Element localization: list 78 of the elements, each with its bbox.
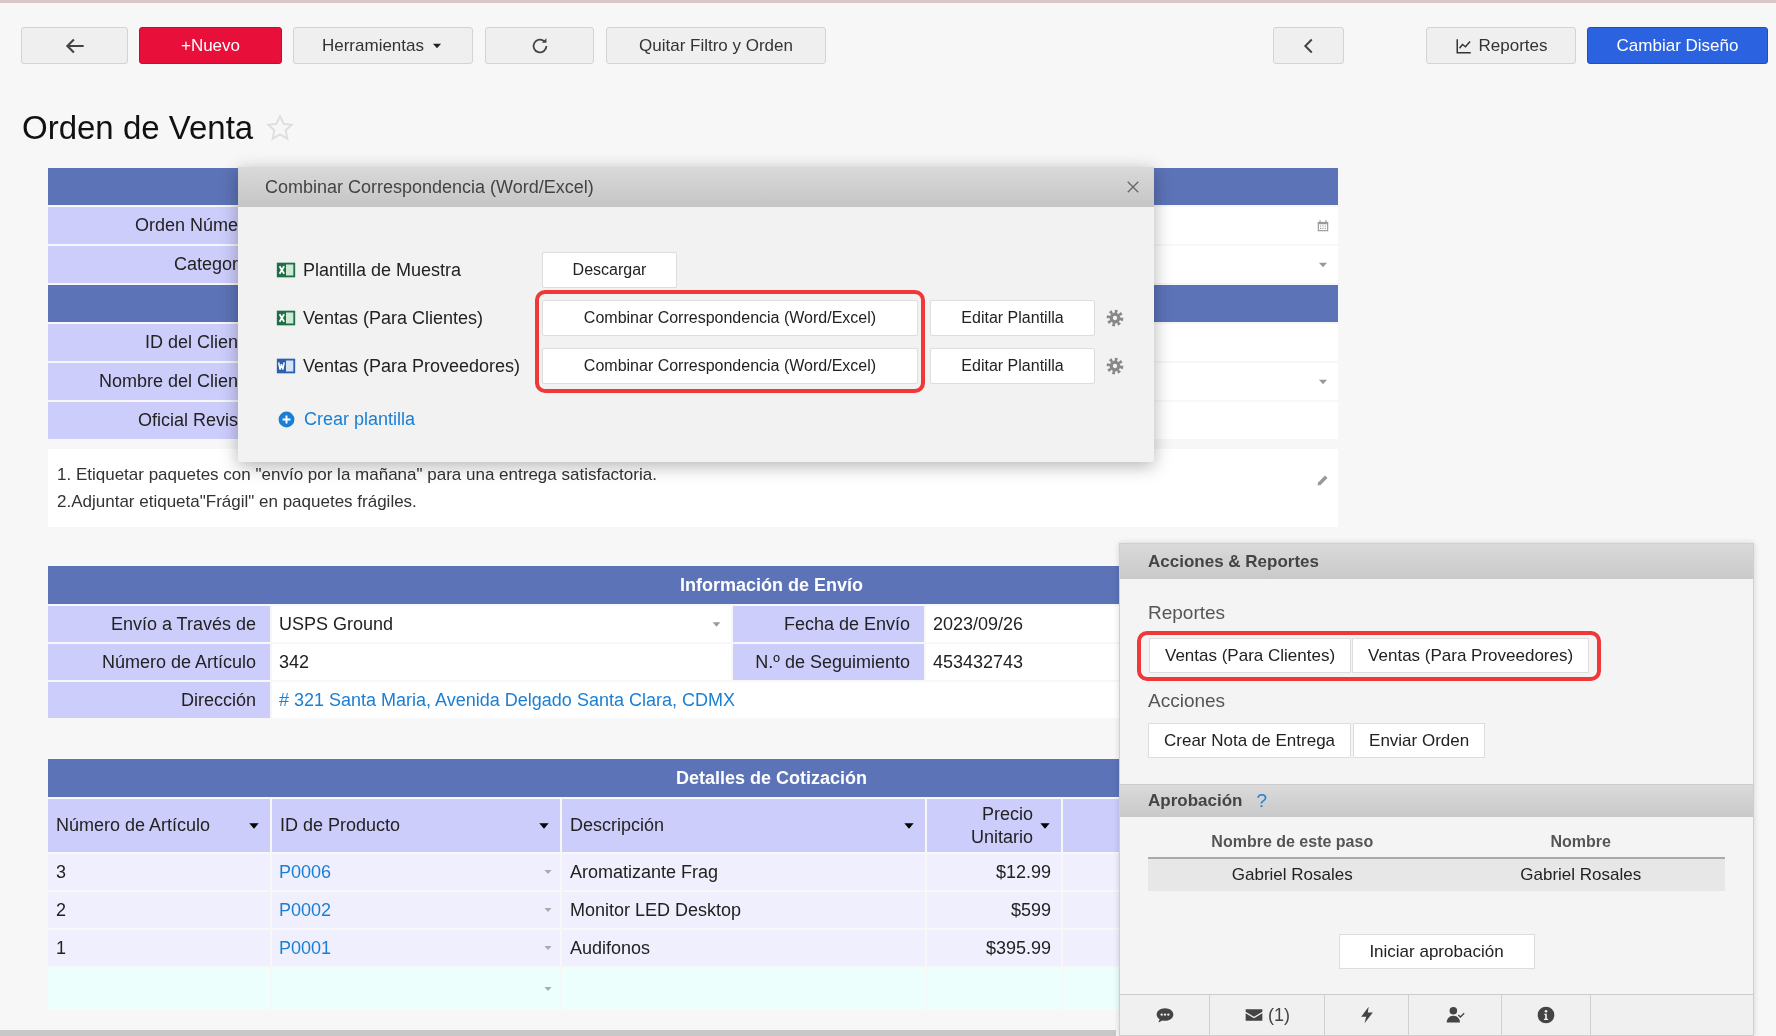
start-approval-button[interactable]: Iniciar aprobación — [1338, 934, 1535, 969]
field-value[interactable]: 342 — [272, 644, 731, 680]
column-header[interactable]: Descripción — [562, 799, 925, 852]
page-title: Orden de Venta — [22, 108, 254, 149]
column-header — [1063, 799, 1119, 852]
column-header[interactable]: ID de Producto — [272, 799, 560, 852]
calendar-icon[interactable] — [1316, 218, 1330, 233]
field-value[interactable]: 2023/09/26 — [926, 606, 1119, 642]
column-title: ID de Producto — [280, 814, 402, 837]
mail-merge-button[interactable]: Combinar Correspondencia (Word/Excel) — [542, 348, 918, 384]
template-name: Ventas (Para Clientes) — [303, 306, 484, 330]
field-label: Número de Artículo — [48, 644, 270, 680]
pencil-icon[interactable] — [1315, 473, 1330, 488]
product-link[interactable]: P0006 — [279, 858, 332, 886]
refresh-button[interactable] — [485, 27, 594, 64]
user-check-icon — [1445, 1005, 1465, 1025]
report-button[interactable]: Ventas (Para Clientes) — [1149, 638, 1352, 673]
table-cell: 2 — [48, 892, 270, 928]
info-icon — [1536, 1005, 1556, 1025]
action-button[interactable]: Crear Nota de Entrega — [1148, 723, 1352, 758]
table-cell-text: Gabriel Rosales — [1230, 864, 1354, 887]
field-label: N.º de Seguimiento — [733, 644, 924, 680]
line-chart-icon — [1454, 36, 1473, 55]
dropdown-field[interactable]: USPS Ground — [272, 606, 731, 642]
tools-menu-button[interactable]: Herramientas — [293, 27, 473, 64]
column-header: Nombre — [1549, 832, 1612, 852]
dialog-title: Combinar Correspondencia (Word/Excel) — [265, 175, 595, 199]
settings-icon[interactable] — [1105, 356, 1125, 376]
table-cell: $395.99 — [927, 930, 1061, 966]
new-button[interactable]: +Nuevo — [139, 27, 282, 64]
section-title: Detalles de Cotización — [676, 766, 868, 790]
section-label: Reportes — [1148, 601, 1227, 625]
table-cell-text: Gabriel Rosales — [1519, 864, 1643, 887]
comment-icon — [1154, 1005, 1175, 1025]
notes-line: 2.Adjuntar etiqueta"Frágil" en paquetes frágiles. — [57, 491, 418, 513]
report-button[interactable]: Ventas (Para Proveedores) — [1352, 638, 1590, 673]
clear-filter-button[interactable]: Quitar Filtro y Orden — [606, 27, 826, 64]
edit-template-button[interactable]: Editar Plantilla — [930, 348, 1095, 384]
field-label: Envío a Través de — [48, 606, 270, 642]
column-title: Descripción — [570, 814, 666, 837]
action-button[interactable]: Enviar Orden — [1353, 723, 1486, 758]
scrollbar[interactable] — [0, 1030, 1116, 1036]
table-cell[interactable] — [272, 968, 560, 1010]
reports-button[interactable]: Reportes — [1426, 27, 1576, 64]
product-link[interactable]: P0001 — [279, 934, 332, 962]
template-name: Ventas (Para Proveedores) — [303, 354, 521, 378]
column-header[interactable]: Número de Artículo — [48, 799, 270, 852]
field-label: Fecha de Envío — [733, 606, 924, 642]
panel-title: Acciones & Reportes — [1148, 550, 1319, 573]
download-button[interactable]: Descargar — [542, 252, 677, 288]
footer-tab[interactable]: (1) — [1210, 995, 1325, 1035]
star-icon[interactable] — [265, 113, 296, 143]
table-cell: 1 — [48, 930, 270, 966]
mail-merge-button[interactable]: Combinar Correspondencia (Word/Excel) — [542, 300, 918, 336]
field-label: Dirección — [48, 682, 270, 718]
table-cell: $12.99 — [927, 854, 1061, 890]
back-button[interactable] — [21, 27, 128, 64]
column-title: Precio Unitario — [969, 802, 1033, 849]
product-link[interactable]: P0002 — [279, 896, 332, 924]
field-value[interactable]: 453432743 — [926, 644, 1119, 680]
table-cell: Aromatizante Frag — [562, 854, 925, 890]
template-name: Plantilla de Muestra — [303, 258, 462, 282]
create-template-link[interactable]: Crear plantilla — [304, 405, 416, 433]
table-cell: Monitor LED Desktop — [562, 892, 925, 928]
settings-icon[interactable] — [1105, 308, 1125, 328]
section-label: Acciones — [1148, 689, 1227, 713]
plus-circle-icon — [277, 409, 296, 429]
section-title: Información de Envío — [680, 573, 864, 597]
table-cell: Audifonos — [562, 930, 925, 966]
column-header[interactable]: Precio Unitario — [927, 799, 1061, 852]
change-design-button[interactable]: Cambiar Diseño — [1587, 27, 1768, 64]
column-header: Nombre de este paso — [1210, 832, 1375, 852]
notes-line: 1. Etiquetar paquetes con "envío por la mañana" para una entrega satisfactoria. — [57, 464, 658, 486]
edit-template-button[interactable]: Editar Plantilla — [930, 300, 1095, 336]
column-title: Número de Artículo — [56, 814, 212, 837]
panel-title: Aprobación — [1148, 790, 1243, 813]
table-cell: 3 — [48, 854, 270, 890]
table-cell: $599 — [927, 892, 1061, 928]
